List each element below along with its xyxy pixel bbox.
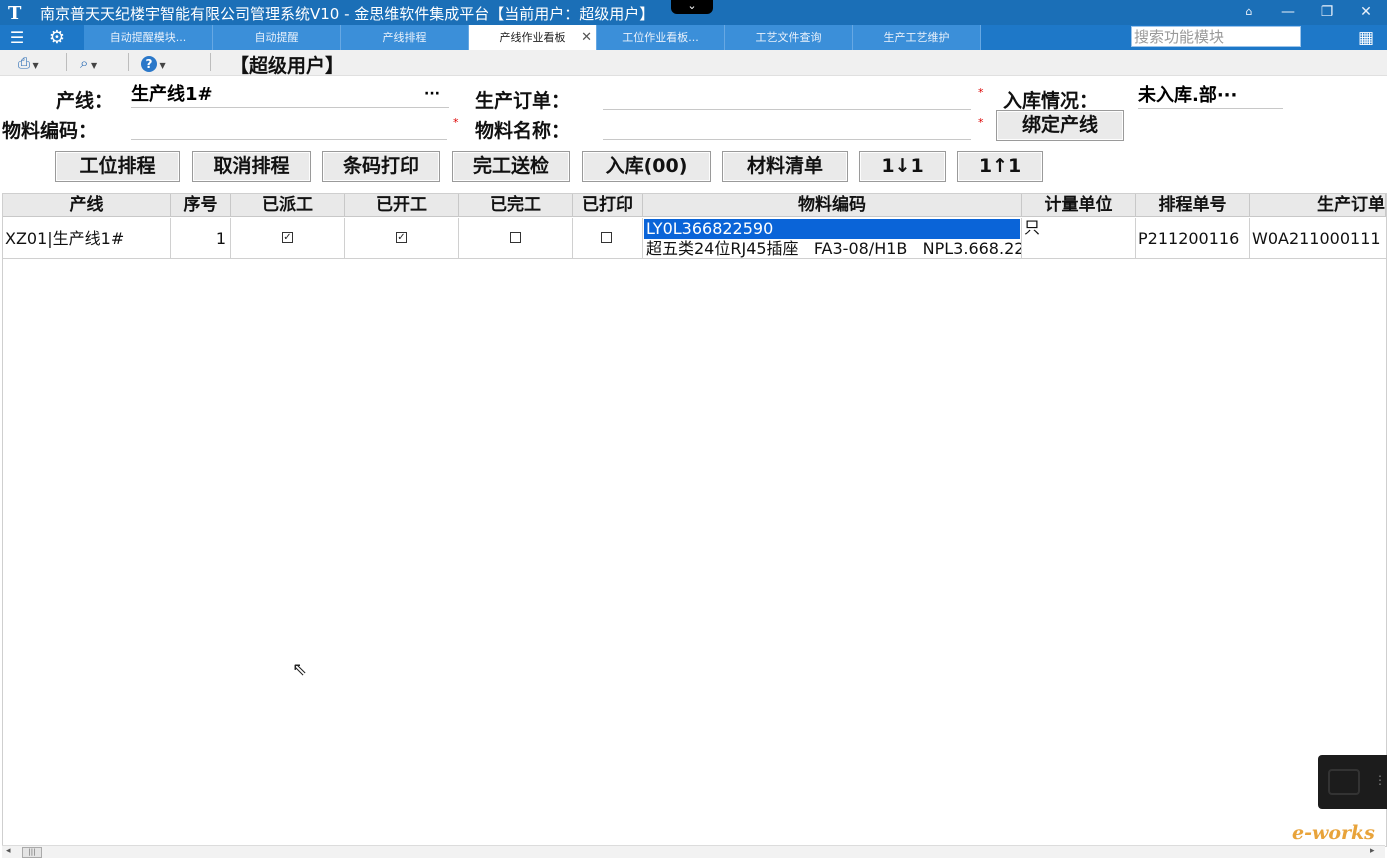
search-icon[interactable]: ⌕ ▼ — [80, 53, 97, 73]
column-header[interactable]: 物料编码 — [643, 194, 1022, 217]
tab-bar: ☰ ⚙ 自动提醒模块... 自动提醒 产线排程 产线作业看板 ✕ 工位作业看板.… — [0, 25, 1387, 50]
order-field[interactable] — [603, 85, 971, 110]
column-header[interactable]: 产线 — [3, 194, 171, 217]
cell-material[interactable]: LY0L366822590 超五类24位RJ45插座 FA3-08/H1B NP… — [643, 218, 1022, 259]
chat-icon — [1328, 769, 1360, 795]
column-header[interactable]: 生产订单 — [1250, 194, 1386, 217]
tab-process-docs[interactable]: 工艺文件查询 — [725, 25, 853, 50]
tab-auto-remind[interactable]: 自动提醒 — [213, 25, 341, 50]
stock-select[interactable]: 未入库.部··· — [1138, 84, 1283, 109]
order-label: 生产订单： — [475, 90, 571, 112]
close-button[interactable]: ✕ — [1354, 2, 1378, 22]
required-mark: * — [978, 86, 984, 99]
column-header[interactable]: 已完工 — [459, 194, 573, 217]
cell-line[interactable]: XZ01|生产线1# — [3, 218, 171, 259]
material-name-label: 物料名称： — [475, 120, 571, 142]
move-up-button[interactable]: 1↑1 — [957, 151, 1043, 182]
tab-station-board[interactable]: 工位作业看板... — [597, 25, 725, 50]
window-title: 南京普天天纪楼宇智能有限公司管理系统V10 - 金思维软件集成平台【当前用户：超… — [40, 5, 655, 23]
minimize-button[interactable]: — — [1276, 2, 1300, 22]
gear-icon[interactable]: ⚙ — [46, 28, 68, 48]
cell-started[interactable]: ✓ — [345, 218, 459, 259]
column-header[interactable]: 已派工 — [231, 194, 345, 217]
station-schedule-button[interactable]: 工位排程 — [55, 151, 180, 182]
mouse-cursor-icon: ⇖ — [292, 659, 308, 680]
cell-seq[interactable]: 1 — [171, 218, 231, 259]
column-header[interactable]: 序号 — [171, 194, 231, 217]
cell-completed[interactable] — [459, 218, 573, 259]
line-picker-button[interactable]: ··· — [424, 86, 440, 102]
line-field[interactable]: 生产线1# — [131, 83, 449, 108]
toolbar-divider — [128, 53, 129, 71]
stock-in-button[interactable]: 入库(00) — [582, 151, 711, 182]
tab-auto-remind-module[interactable]: 自动提醒模块... — [84, 25, 213, 50]
more-icon[interactable]: ⋮ — [1374, 773, 1386, 787]
floating-widget[interactable]: ⋮ — [1318, 755, 1387, 809]
horizontal-scrollbar[interactable]: ◂ ||| ▸ — [2, 845, 1385, 858]
apps-grid-icon[interactable]: ▦ — [1356, 28, 1376, 48]
current-user-label: 【超级用户】 — [230, 55, 345, 77]
column-header[interactable]: 计量单位 — [1022, 194, 1136, 217]
printed-checkbox[interactable] — [601, 232, 612, 243]
scroll-right-icon[interactable]: ▸ — [1370, 846, 1375, 856]
line-label: 产线： — [56, 90, 114, 112]
maximize-button[interactable]: ❐ — [1315, 2, 1339, 22]
cell-dispatched[interactable]: ✓ — [231, 218, 345, 259]
required-mark: * — [978, 116, 984, 129]
barcode-print-button[interactable]: 条码打印 — [322, 151, 440, 182]
stock-value: 未入库.部··· — [1138, 85, 1238, 106]
scroll-left-icon[interactable]: ◂ — [6, 846, 11, 856]
material-description: 超五类24位RJ45插座 FA3-08/H1B NPL3.668.2259 — [646, 239, 1022, 258]
print-icon[interactable]: ⎙ ▼ — [18, 53, 39, 73]
required-mark: * — [453, 116, 459, 129]
move-down-button[interactable]: 1↓1 — [859, 151, 946, 182]
column-header[interactable]: 排程单号 — [1136, 194, 1250, 217]
material-code-field[interactable] — [131, 115, 447, 140]
tab-line-scheduling[interactable]: 产线排程 — [341, 25, 469, 50]
material-name-field[interactable] — [603, 115, 971, 140]
material-code-label: 物料编码： — [2, 120, 98, 142]
menu-icon[interactable]: ☰ — [7, 28, 27, 48]
bind-line-button[interactable]: 绑定产线 — [996, 110, 1124, 141]
cancel-schedule-button[interactable]: 取消排程 — [192, 151, 311, 182]
app-logo-icon: T — [8, 3, 22, 24]
schedule-grid: 产线 序号 已派工 已开工 已完工 已打印 物料编码 计量单位 排程单号 生产订… — [2, 193, 1387, 847]
toolbar-divider — [210, 53, 211, 71]
lock-icon[interactable]: ⌂ — [1237, 2, 1261, 22]
completed-checkbox[interactable] — [510, 232, 521, 243]
tab-process-maintenance[interactable]: 生产工艺维护 — [853, 25, 981, 50]
table-row[interactable]: XZ01|生产线1# 1 ✓ ✓ LY0L366822590 超五类24位RJ4… — [3, 218, 1386, 259]
title-bar: T 南京普天天纪楼宇智能有限公司管理系统V10 - 金思维软件集成平台【当前用户… — [0, 0, 1387, 25]
stock-label: 入库情况： — [1003, 90, 1099, 112]
toolbar: ⎙ ▼ ⌕ ▼ ? ▼ 【超级用户】 — [0, 50, 1387, 77]
material-code-selected[interactable]: LY0L366822590 — [644, 219, 1020, 239]
cell-schedule-no[interactable]: P211200116 — [1136, 218, 1250, 259]
scroll-thumb[interactable]: ||| — [22, 847, 42, 858]
finish-inspect-button[interactable]: 完工送检 — [452, 151, 570, 182]
toolbar-divider — [66, 53, 67, 71]
line-value: 生产线1# — [131, 84, 213, 105]
tab-line-board[interactable]: 产线作业看板 ✕ — [469, 25, 597, 50]
chevron-down-icon[interactable]: ⌄ — [671, 0, 713, 14]
cell-unit[interactable]: 只 — [1022, 218, 1136, 259]
search-input[interactable]: 搜索功能模块 — [1131, 26, 1301, 47]
column-header[interactable]: 已打印 — [573, 194, 643, 217]
dispatched-checkbox[interactable]: ✓ — [282, 232, 293, 243]
cell-order-no[interactable]: W0A211000111 — [1250, 218, 1386, 259]
watermark-logo: e-works — [1292, 822, 1375, 844]
help-icon[interactable]: ? ▼ — [141, 53, 166, 73]
started-checkbox[interactable]: ✓ — [396, 232, 407, 243]
tab-label: 产线作业看板 — [499, 31, 566, 44]
close-tab-icon[interactable]: ✕ — [581, 25, 592, 50]
column-header[interactable]: 已开工 — [345, 194, 459, 217]
cell-printed[interactable] — [573, 218, 643, 259]
material-list-button[interactable]: 材料清单 — [722, 151, 848, 182]
